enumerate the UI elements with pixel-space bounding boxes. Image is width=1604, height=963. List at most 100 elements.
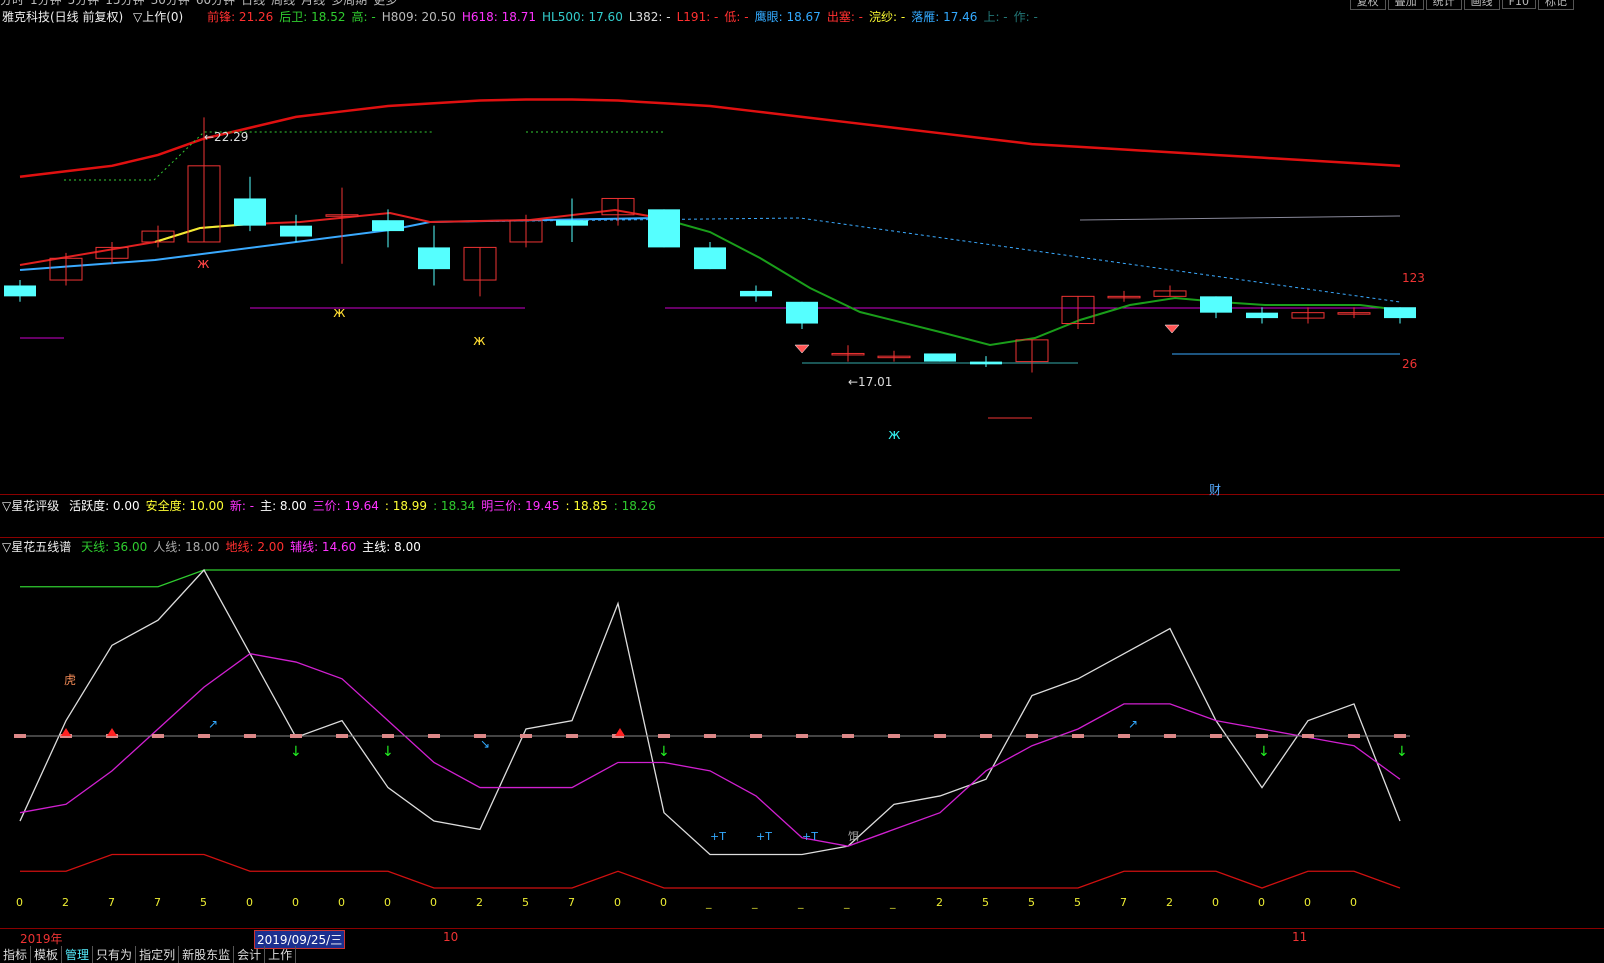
bottom-value: 7 <box>568 896 575 909</box>
bottom-tab-7[interactable]: 上作 <box>265 946 297 963</box>
median-marker <box>980 734 992 738</box>
candle-body <box>740 290 772 297</box>
up-arrow-icon <box>107 728 117 736</box>
bottom-value: 0 <box>1304 896 1311 909</box>
median-marker <box>842 734 854 738</box>
bottom-value: 0 <box>384 896 391 909</box>
median-marker <box>520 734 532 738</box>
candle-body <box>1384 307 1416 319</box>
diamond-icon <box>1164 324 1180 334</box>
butterfly-icon: ж <box>888 427 901 443</box>
bottom-tab-1[interactable]: 模板 <box>31 946 63 963</box>
median-marker <box>934 734 946 738</box>
bottom-value: 2 <box>476 896 483 909</box>
median-marker <box>566 734 578 738</box>
right-bottom-count: 26 <box>1402 357 1417 371</box>
bottom-value: _ <box>751 896 758 909</box>
bottom-value: 0 <box>338 896 345 909</box>
candle-body <box>1200 296 1232 313</box>
candle-body <box>648 209 680 248</box>
median-marker <box>1026 734 1038 738</box>
median-marker <box>382 734 394 738</box>
signal-arrow-icon: ↘ <box>480 737 490 751</box>
down-arrow-icon: ↓ <box>290 744 302 760</box>
bottom-tab-4[interactable]: 指定列 <box>136 946 180 963</box>
bottom-tabs: 指标 模板 管理 只有为 指定列 新股东监 会计 上作 <box>0 946 297 963</box>
candle-body <box>234 198 266 226</box>
bottom-tab-2[interactable]: 管理 <box>62 946 94 963</box>
high-price-label: ←22.29 <box>204 130 248 144</box>
median-marker <box>888 734 900 738</box>
median-marker <box>1210 734 1222 738</box>
bottom-value: _ <box>705 896 712 909</box>
median-marker <box>1164 734 1176 738</box>
date-label-oct: 10 <box>443 930 459 944</box>
median-marker <box>336 734 348 738</box>
candle-body <box>556 220 588 226</box>
bottom-value: 0 <box>430 896 437 909</box>
bottom-value: 7 <box>154 896 161 909</box>
low-price-label: ←17.01 <box>848 375 892 389</box>
median-marker <box>198 734 210 738</box>
candle-body <box>786 301 818 324</box>
bottom-tab-3[interactable]: 只有为 <box>93 946 137 963</box>
median-marker <box>1394 734 1406 738</box>
bottom-value: 5 <box>1074 896 1081 909</box>
butterfly-icon: ж <box>333 305 346 321</box>
candle-body <box>4 285 36 297</box>
median-marker <box>704 734 716 738</box>
candle-body <box>970 361 1002 365</box>
bottom-value: 5 <box>1028 896 1035 909</box>
bottom-value: 0 <box>16 896 23 909</box>
signal-arrow-icon: ↗ <box>208 717 218 731</box>
bottom-value: 0 <box>1350 896 1357 909</box>
series-天线-line <box>20 569 1400 588</box>
bottom-value: 0 <box>1212 896 1219 909</box>
butterfly-icon: ж <box>197 256 210 272</box>
bottom-value: _ <box>889 896 896 909</box>
cai-marker: 财 <box>1209 483 1221 497</box>
bottom-value: _ <box>843 896 850 909</box>
candle-body <box>280 225 312 237</box>
down-arrow-icon: ↓ <box>1258 744 1270 760</box>
median-marker <box>796 734 808 738</box>
median-marker <box>14 734 26 738</box>
down-arrow-icon: ↓ <box>658 744 670 760</box>
bottom-value: 7 <box>1120 896 1127 909</box>
signal-arrow-icon: ↗ <box>1128 717 1138 731</box>
chart-canvas[interactable]: ←22.29 ←17.01 123 26 财 ж ж ж ж ↓ ↓ ↓ ↓ ↓ ↗ ↗ ↘ 虎 +T +T +T 饵 0 2… <box>0 0 1604 954</box>
bottom-value: 5 <box>522 896 529 909</box>
bottom-value: 0 <box>292 896 299 909</box>
bottom-value: 5 <box>982 896 989 909</box>
diamond-icon <box>794 344 810 354</box>
bait-marker: 饵 <box>848 830 859 843</box>
bottom-value: 5 <box>200 896 207 909</box>
median-marker <box>290 734 302 738</box>
median-marker <box>1118 734 1130 738</box>
bottom-tab-6[interactable]: 会计 <box>234 946 266 963</box>
candle-body <box>418 247 450 270</box>
median-marker <box>1302 734 1314 738</box>
down-arrow-icon: ↓ <box>1396 744 1408 760</box>
candle-body <box>372 220 404 232</box>
series-地线-line <box>20 853 1401 889</box>
bottom-tab-0[interactable]: 指标 <box>0 946 32 963</box>
candle-body <box>924 353 956 362</box>
short-ma-yellow-segment <box>154 223 251 243</box>
bottom-value: _ <box>797 896 804 909</box>
right-top-count: 123 <box>1402 271 1425 285</box>
ref-line <box>1079 215 1401 221</box>
t-marker: +T <box>802 830 818 843</box>
short-ma-line <box>19 208 661 266</box>
median-marker <box>152 734 164 738</box>
bottom-value: 2 <box>936 896 943 909</box>
bottom-tab-5[interactable]: 新股东监 <box>179 946 235 963</box>
t-marker: +T <box>710 830 726 843</box>
median-marker <box>1348 734 1360 738</box>
bottom-value: 0 <box>1258 896 1265 909</box>
median-marker <box>750 734 762 738</box>
bottom-value: 0 <box>246 896 253 909</box>
mid-ma-line <box>19 217 661 271</box>
median-marker <box>244 734 256 738</box>
date-label-year: 2019年 <box>20 932 63 946</box>
